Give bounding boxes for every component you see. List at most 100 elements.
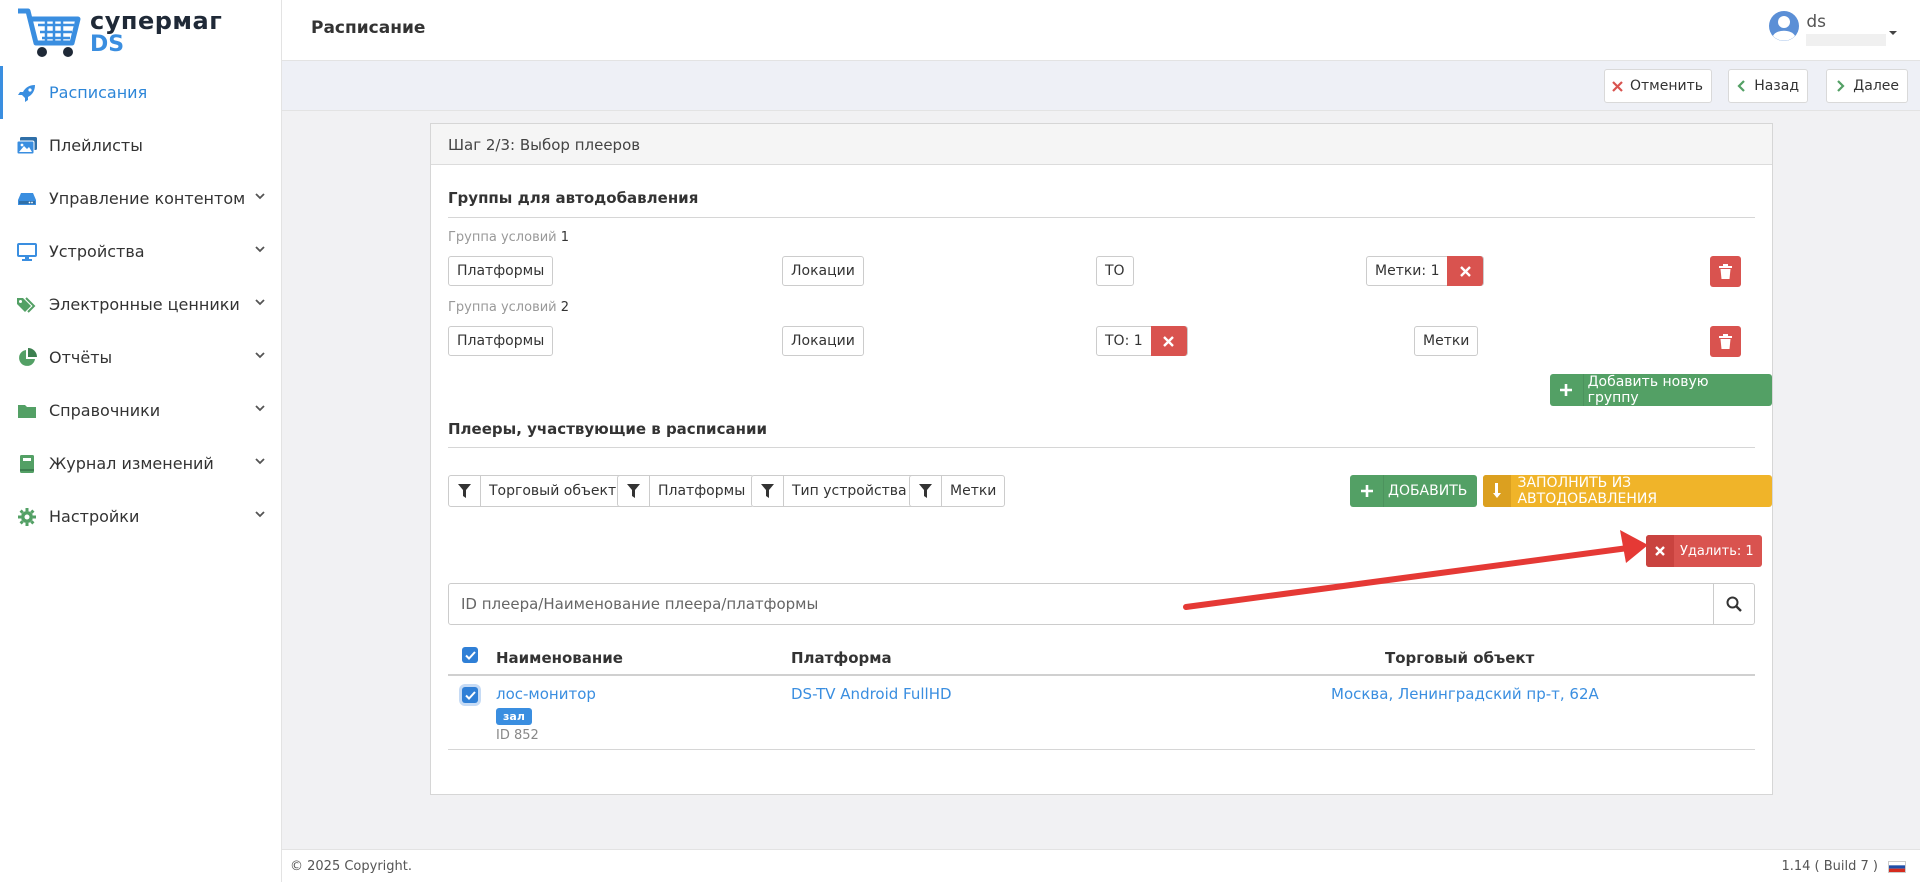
group2-platforms-button[interactable]: Платформы bbox=[448, 326, 554, 356]
group2-locations-button[interactable]: Локации bbox=[782, 326, 864, 356]
pie-chart-icon bbox=[16, 347, 38, 369]
column-header-platform[interactable]: Платформа bbox=[791, 649, 892, 667]
delete-group2-button[interactable] bbox=[1710, 326, 1741, 357]
sidebar-item-playlists[interactable]: Плейлисты bbox=[0, 119, 281, 172]
caret-down-icon bbox=[1889, 31, 1897, 35]
filter-tags[interactable]: Метки bbox=[909, 475, 1006, 507]
user-name: ds bbox=[1806, 12, 1826, 32]
add-group-button[interactable]: Добавить новую группу bbox=[1550, 374, 1772, 406]
sidebar-item-reports[interactable]: Отчёты bbox=[0, 331, 281, 384]
gear-icon bbox=[16, 506, 38, 528]
plus-icon bbox=[1550, 374, 1584, 406]
clear-to-button[interactable] bbox=[1150, 326, 1187, 356]
sidebar-item-content[interactable]: Управление контентом bbox=[0, 172, 281, 225]
sidebar-item-price-tags[interactable]: Электронные ценники bbox=[0, 278, 281, 331]
close-icon bbox=[1646, 535, 1674, 567]
sidebar-item-devices[interactable]: Устройства bbox=[0, 225, 281, 278]
filter-icon bbox=[618, 476, 650, 506]
sidebar-item-label: Журнал изменений bbox=[49, 454, 214, 473]
trash-icon bbox=[1719, 334, 1732, 349]
language-flag-icon[interactable] bbox=[1888, 861, 1906, 873]
back-label: Назад bbox=[1754, 78, 1799, 94]
player-search bbox=[448, 583, 1755, 625]
user-name-redacted bbox=[1806, 34, 1887, 46]
sidebar-item-label: Справочники bbox=[49, 401, 161, 420]
filter-platforms[interactable]: Платформы bbox=[617, 475, 755, 507]
search-button[interactable] bbox=[1713, 584, 1754, 624]
folder-icon bbox=[16, 400, 38, 422]
player-tag-badge: зал bbox=[496, 708, 532, 725]
rocket-icon bbox=[16, 82, 38, 104]
delete-selected-button[interactable]: Удалить: 1 bbox=[1646, 535, 1762, 567]
action-bar: Отменить Назад Далее bbox=[282, 61, 1920, 111]
group1-tags-button[interactable]: Метки: 1 bbox=[1366, 256, 1485, 286]
sidebar-item-label: Устройства bbox=[49, 242, 145, 261]
group2-tags-button[interactable]: Метки bbox=[1414, 326, 1479, 356]
sidebar-item-settings[interactable]: Настройки bbox=[0, 490, 281, 543]
main-content: Шаг 2/3: Выбор плееров Группы для автодо… bbox=[282, 111, 1920, 849]
divider bbox=[448, 447, 1755, 448]
chevron-down-icon bbox=[255, 246, 265, 253]
back-button[interactable]: Назад bbox=[1728, 69, 1808, 103]
group2-to-button[interactable]: ТО: 1 bbox=[1096, 326, 1188, 356]
group-label: Группа условий 2 bbox=[448, 300, 570, 315]
row-checkbox[interactable] bbox=[462, 687, 478, 703]
user-menu[interactable]: ds bbox=[1768, 10, 1898, 46]
filter-icon bbox=[910, 476, 942, 506]
add-players-button[interactable]: ДОБАВИТЬ bbox=[1350, 475, 1478, 507]
search-input[interactable] bbox=[449, 584, 1713, 624]
next-button[interactable]: Далее bbox=[1826, 69, 1908, 103]
sidebar-item-label: Отчёты bbox=[49, 348, 113, 367]
filter-device-type[interactable]: Тип устройства bbox=[751, 475, 916, 507]
group1-locations-button[interactable]: Локации bbox=[782, 256, 864, 286]
wizard-step-title: Шаг 2/3: Выбор плееров bbox=[431, 124, 1772, 165]
cancel-button[interactable]: Отменить bbox=[1604, 69, 1712, 103]
group1-platforms-button[interactable]: Платформы bbox=[448, 256, 554, 286]
next-label: Далее bbox=[1853, 78, 1899, 94]
footer: © 2025 Copyright. 1.14 ( Build 7 ) bbox=[282, 849, 1920, 882]
arrow-down-icon bbox=[1483, 475, 1512, 507]
delete-selected-label: Удалить: 1 bbox=[1680, 543, 1754, 559]
players-title: Плееры, участвующие в расписании bbox=[448, 420, 767, 438]
sidebar-item-schedules[interactable]: Расписания bbox=[0, 66, 281, 119]
close-icon bbox=[1163, 335, 1175, 347]
player-platform-link[interactable]: DS-TV Android FullHD bbox=[791, 685, 952, 703]
book-icon bbox=[16, 453, 38, 475]
avatar bbox=[1769, 11, 1800, 41]
group-label: Группа условий 1 bbox=[448, 230, 570, 245]
table-header-divider bbox=[448, 674, 1755, 676]
column-header-store[interactable]: Торговый объект bbox=[1385, 649, 1534, 667]
copyright: © 2025 Copyright. bbox=[290, 859, 413, 874]
sidebar-item-changelog[interactable]: Журнал изменений bbox=[0, 437, 281, 490]
filter-icon bbox=[449, 476, 481, 506]
player-name-link[interactable]: лос-монитор bbox=[496, 685, 596, 703]
logo-subtitle: DS bbox=[90, 32, 125, 57]
trash-icon bbox=[1719, 264, 1732, 279]
close-icon bbox=[1611, 80, 1624, 92]
fill-from-autoadd-button[interactable]: ЗАПОЛНИТЬ ИЗ АВТОДОБАВЛЕНИЯ bbox=[1483, 475, 1772, 507]
sidebar-item-references[interactable]: Справочники bbox=[0, 384, 281, 437]
filter-icon bbox=[752, 476, 784, 506]
wizard-card: Шаг 2/3: Выбор плееров Группы для автодо… bbox=[430, 123, 1773, 795]
filter-store[interactable]: Торговый объект bbox=[448, 475, 626, 507]
cancel-label: Отменить bbox=[1629, 78, 1703, 94]
sidebar: супермаг DS Расписания Плейлисты Управле… bbox=[0, 0, 282, 882]
cart-logo-icon bbox=[18, 8, 81, 57]
player-id: ID 852 bbox=[496, 728, 539, 743]
player-store-link[interactable]: Москва, Ленинградский пр-т, 62A bbox=[1331, 685, 1599, 703]
chevron-down-icon bbox=[255, 458, 265, 465]
sidebar-item-label: Плейлисты bbox=[49, 136, 143, 155]
chevron-down-icon bbox=[255, 352, 265, 359]
clear-tags-button[interactable] bbox=[1447, 256, 1484, 286]
select-all-checkbox[interactable] bbox=[462, 647, 478, 663]
chevron-down-icon bbox=[255, 193, 265, 200]
close-icon bbox=[1460, 265, 1471, 277]
plus-icon bbox=[1350, 475, 1384, 507]
page-title: Расписание bbox=[311, 18, 426, 38]
filter-label: Тип устройства bbox=[792, 483, 907, 499]
logo[interactable]: супермаг DS bbox=[0, 0, 281, 66]
group1-to-button[interactable]: ТО bbox=[1096, 256, 1134, 286]
delete-group1-button[interactable] bbox=[1710, 256, 1741, 287]
divider bbox=[448, 749, 1755, 750]
column-header-name[interactable]: Наименование bbox=[496, 649, 623, 667]
